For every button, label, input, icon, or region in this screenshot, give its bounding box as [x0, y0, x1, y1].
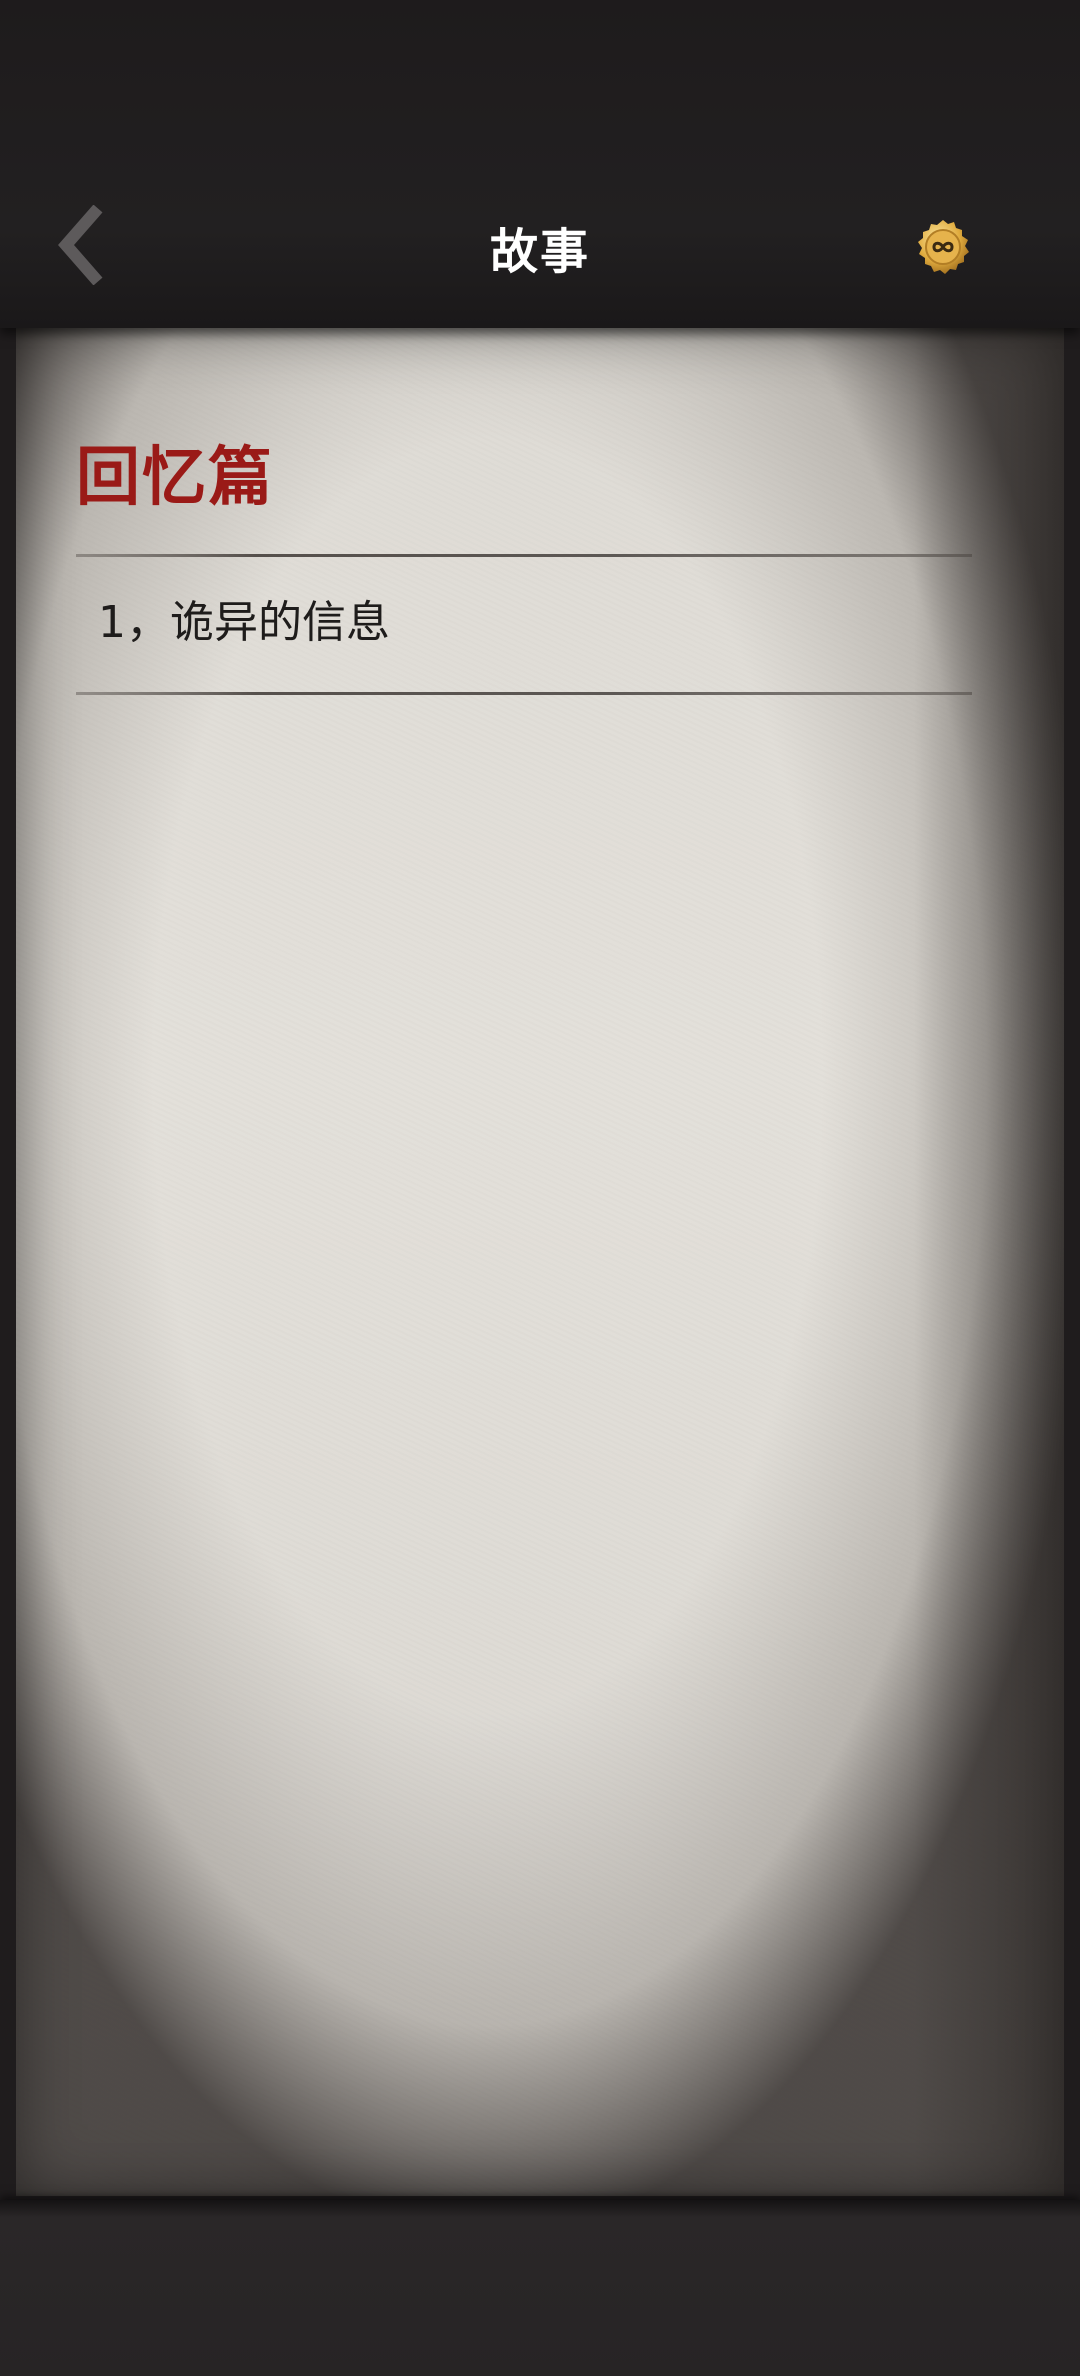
paper-frame: 回忆篇 1，诡异的信息	[0, 328, 1080, 2200]
story-item[interactable]: 1，诡异的信息	[76, 558, 972, 678]
top-bar: 故事	[0, 0, 1080, 328]
bottom-bar	[0, 2200, 1080, 2376]
story-item-label: 1，诡异的信息	[98, 597, 390, 648]
coin-button[interactable]	[914, 218, 972, 276]
paper-panel: 回忆篇 1，诡异的信息	[16, 328, 1064, 2196]
divider	[76, 692, 972, 695]
divider	[76, 554, 972, 557]
gold-coin-infinity-icon	[918, 220, 969, 274]
section-title: 回忆篇	[76, 440, 274, 515]
